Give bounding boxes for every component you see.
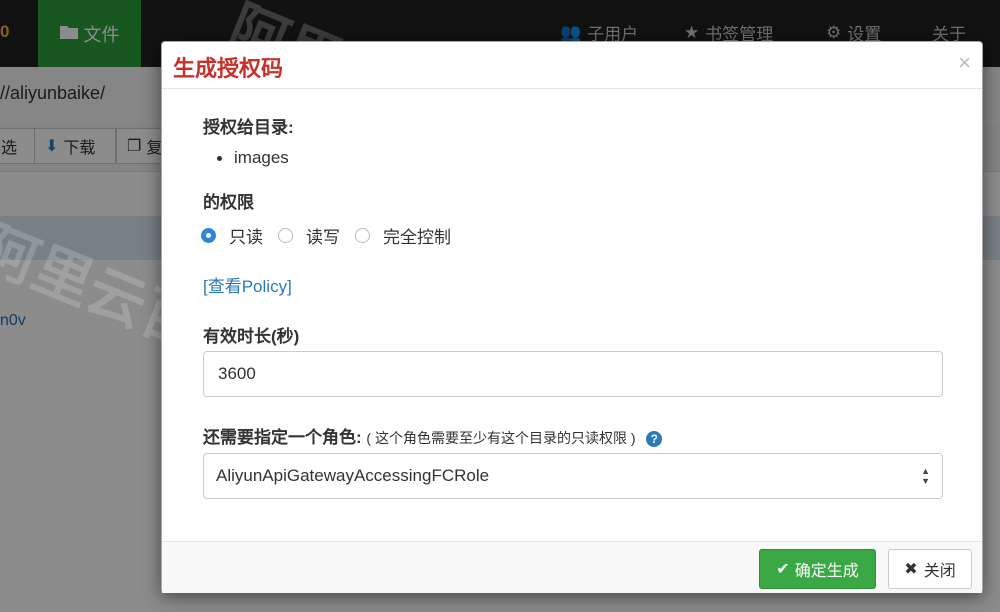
bullet-icon [217,155,222,161]
question-icon[interactable]: ? [646,430,663,447]
duration-input[interactable] [203,351,943,397]
radio-readonly[interactable]: 只读 [201,223,263,248]
close-icon[interactable]: × [958,50,971,76]
list-item: images [217,148,289,168]
radio-checked-icon[interactable] [201,228,216,243]
role-select-value: AliyunApiGatewayAccessingFCRole [216,466,490,485]
close-x-icon: ✖ [904,561,918,578]
modal-title: 生成授权码 [173,56,284,81]
role-hint: ( 这个角色需要至少有这个目录的只读权限 ) [366,430,636,446]
close-button[interactable]: ✖ 关闭 [888,549,972,589]
duration-label: 有效时长(秒) [203,327,300,346]
dir-name: images [234,148,289,167]
radio-readwrite[interactable]: 读写 [278,223,340,248]
check-icon: ✔ [776,561,790,578]
radio-unchecked-icon[interactable] [278,228,293,243]
modal-footer: ✔ 确定生成 ✖ 关闭 [162,541,982,593]
grant-dir-label: 授权给目录: [203,118,294,137]
select-arrows-icon: ▲ ▼ [921,466,930,486]
confirm-generate-button[interactable]: ✔ 确定生成 [759,549,876,589]
role-select[interactable]: AliyunApiGatewayAccessingFCRole ▲ ▼ [203,453,943,499]
role-label: 还需要指定一个角色: [203,428,362,447]
generate-auth-code-dialog: 生成授权码 × 授权给目录: images 的权限 只读 读写 完全控制 [查看… [161,41,983,593]
radio-fullcontrol[interactable]: 完全控制 [355,223,451,248]
role-label-row: 还需要指定一个角色: ( 这个角色需要至少有这个目录的只读权限 ) ? [203,423,663,448]
permission-label: 的权限 [203,193,254,212]
radio-readonly-label: 只读 [229,228,263,247]
close-button-label: 关闭 [923,563,956,580]
radio-readwrite-label: 读写 [306,228,340,247]
confirm-generate-label: 确定生成 [794,563,859,580]
radio-unchecked-icon[interactable] [355,228,370,243]
permission-radio-group: 只读 读写 完全控制 [201,223,466,248]
radio-fullcontrol-label: 完全控制 [383,228,451,247]
view-policy-link[interactable]: [查看Policy] [203,272,292,297]
modal-header: 生成授权码 × [162,42,982,89]
